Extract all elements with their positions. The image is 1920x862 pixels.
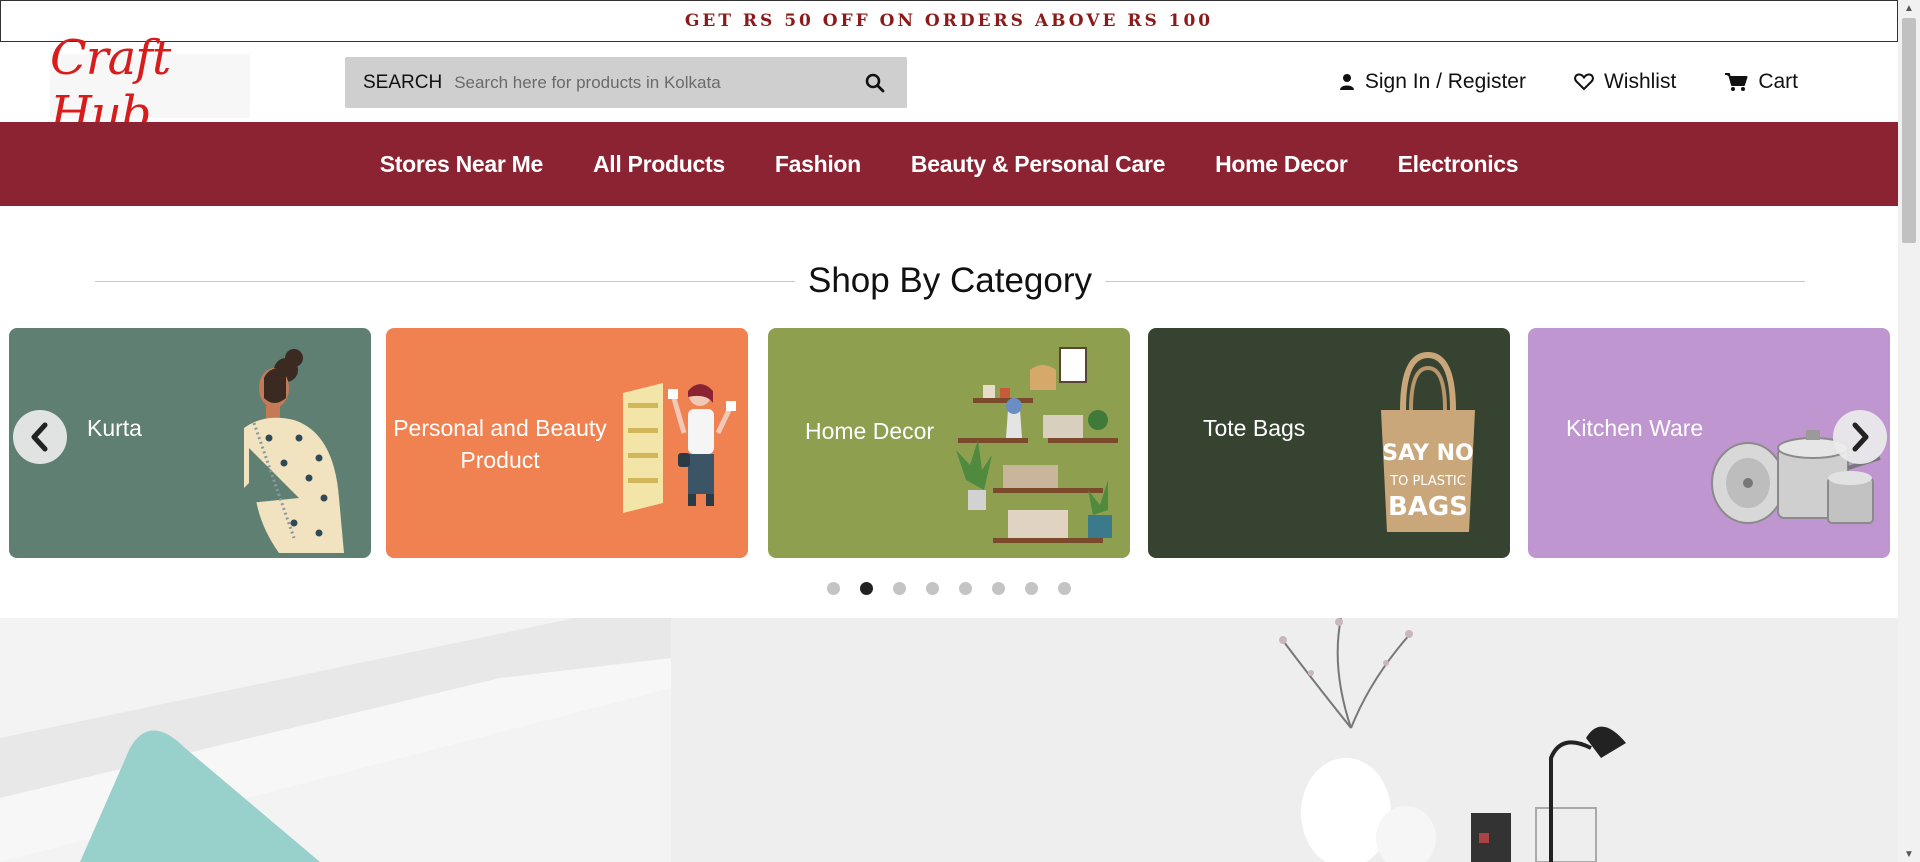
vase-decor-image	[671, 618, 1898, 862]
header-links: Sign In / Register Wishlist Cart	[1339, 42, 1798, 122]
search-input[interactable]	[452, 71, 861, 94]
search-label: SEARCH	[363, 71, 443, 93]
wishlist-link[interactable]: Wishlist	[1574, 70, 1676, 94]
kurta-illustration	[244, 349, 344, 553]
category-card-tote-bags[interactable]: Tote Bags SAY NO TO PLASTIC BAGS	[1148, 328, 1510, 558]
category-card-personal-beauty[interactable]: Personal and Beauty Product	[386, 328, 748, 558]
nav-item-home-decor[interactable]: Home Decor	[1215, 151, 1348, 178]
vertical-scrollbar[interactable]: ▲ ▼	[1898, 0, 1920, 862]
cart-label: Cart	[1758, 70, 1798, 93]
nav-item-electronics[interactable]: Electronics	[1398, 151, 1519, 178]
tote-bag-illustration: SAY NO TO PLASTIC BAGS	[1381, 351, 1475, 532]
svg-text:BAGS: BAGS	[1388, 492, 1468, 522]
carousel-dot-1[interactable]	[827, 582, 840, 595]
category-carousel: Kurta Personal and Beauty Product Home D…	[0, 328, 1898, 558]
category-label: Kitchen Ware	[1566, 415, 1704, 441]
carousel-dot-2[interactable]	[860, 582, 873, 595]
promo-banner: GET RS 50 OFF ON ORDERS ABOVE RS 100	[0, 0, 1898, 42]
signin-link[interactable]: Sign In / Register	[1339, 70, 1526, 94]
chevron-left-icon	[31, 422, 48, 452]
scrollbar-thumb[interactable]	[1902, 18, 1916, 243]
site-logo[interactable]: Craft Hub	[50, 30, 250, 142]
search-button[interactable]	[861, 69, 889, 97]
scroll-up-arrow-icon[interactable]: ▲	[1898, 0, 1920, 16]
carousel-dot-6[interactable]	[992, 582, 1005, 595]
main-nav: Stores Near Me All Products Fashion Beau…	[0, 122, 1898, 206]
carousel-dots	[0, 582, 1898, 598]
shopping-girl-illustration	[623, 383, 736, 513]
carousel-dot-5[interactable]	[959, 582, 972, 595]
cart-link[interactable]: Cart	[1724, 70, 1798, 94]
scroll-down-arrow-icon[interactable]: ▼	[1898, 846, 1920, 862]
search-icon	[865, 73, 885, 92]
category-card-home-decor[interactable]: Home Decor	[768, 328, 1130, 558]
search-bar: SEARCH	[345, 57, 907, 108]
category-label: Kurta	[87, 415, 142, 441]
nav-item-beauty-personal-care[interactable]: Beauty & Personal Care	[911, 151, 1165, 178]
promo-banner-left[interactable]	[0, 618, 671, 862]
heart-icon	[1574, 73, 1594, 91]
carousel-next-button[interactable]	[1833, 410, 1887, 464]
svg-text:TO PLASTIC: TO PLASTIC	[1389, 474, 1466, 489]
nav-item-stores-near-me[interactable]: Stores Near Me	[380, 151, 544, 178]
category-label: Home Decor	[805, 418, 935, 444]
site-header: Craft Hub SEARCH Sign In / Register Wish…	[0, 30, 1898, 142]
section-title: Shop By Category	[807, 261, 1093, 300]
category-label: Personal and Beauty Product	[393, 415, 607, 473]
nav-item-fashion[interactable]: Fashion	[775, 151, 861, 178]
carousel-dot-4[interactable]	[926, 582, 939, 595]
chevron-right-icon	[1852, 422, 1869, 452]
shelf-decor-illustration	[956, 347, 1118, 543]
cart-icon	[1725, 73, 1748, 91]
wishlist-label: Wishlist	[1603, 70, 1677, 93]
section-heading: Shop By Category	[95, 258, 1805, 304]
carousel-dot-3[interactable]	[893, 582, 906, 595]
signin-label: Sign In / Register	[1364, 70, 1526, 93]
nav-item-all-products[interactable]: All Products	[593, 151, 725, 178]
divider-left	[95, 280, 795, 282]
promo-banner-right[interactable]	[671, 618, 1898, 862]
user-icon	[1339, 74, 1354, 90]
abstract-shapes-image	[0, 618, 671, 862]
divider-right	[1105, 280, 1805, 282]
svg-text:SAY NO: SAY NO	[1382, 441, 1473, 466]
category-label: Tote Bags	[1203, 415, 1306, 441]
promo-text: GET RS 50 OFF ON ORDERS ABOVE RS 100	[684, 11, 1214, 31]
carousel-dot-7[interactable]	[1025, 582, 1038, 595]
carousel-prev-button[interactable]	[13, 410, 67, 464]
carousel-dot-8[interactable]	[1058, 582, 1071, 595]
